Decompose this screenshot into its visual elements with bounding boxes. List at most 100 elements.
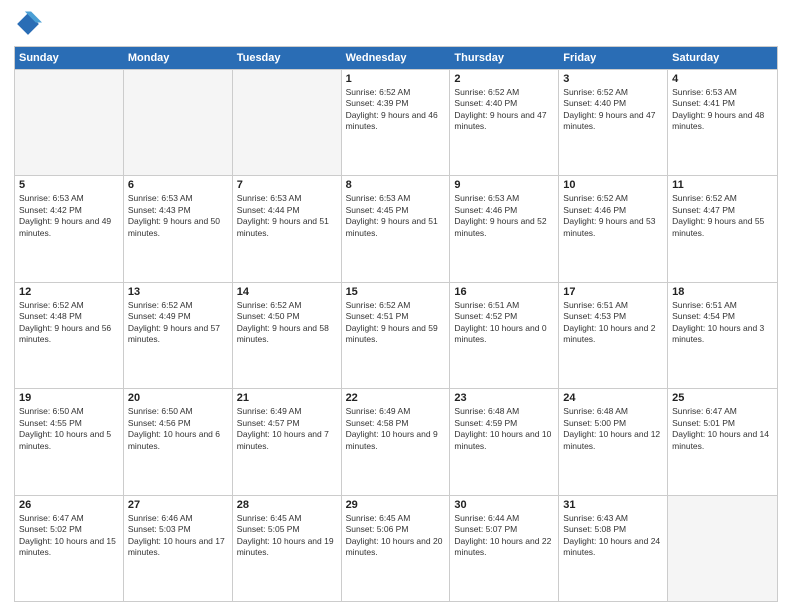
cell-sun-info: Sunrise: 6:46 AMSunset: 5:03 PMDaylight:…: [128, 513, 228, 559]
header-cell-saturday: Saturday: [668, 47, 777, 69]
calendar-cell: 13Sunrise: 6:52 AMSunset: 4:49 PMDayligh…: [124, 283, 233, 388]
cell-sun-info: Sunrise: 6:45 AMSunset: 5:06 PMDaylight:…: [346, 513, 446, 559]
day-number: 27: [128, 499, 228, 511]
calendar-cell: 10 Sunrise: 6:52 AMSunset: 4:46 PMDayligh…: [559, 176, 668, 281]
cell-sun-info: Sunrise: 6:50 AMSunset: 4:55 PMDaylight:…: [19, 406, 119, 452]
day-number: 15: [346, 286, 446, 298]
calendar-cell: 16 Sunrise: 6:51 AMSunset: 4:52 PMDayligh…: [450, 283, 559, 388]
cell-sun-info: Sunrise: 6:51 AMSunset: 4:52 PMDaylight:…: [454, 300, 554, 346]
cell-sun-info: Sunrise: 6:53 AMSunset: 4:41 PMDaylight:…: [672, 87, 773, 133]
calendar-cell: 15 Sunrise: 6:52 AMSunset: 4:51 PMDayligh…: [342, 283, 451, 388]
day-number: 1: [346, 73, 446, 85]
day-number: 11: [672, 179, 773, 191]
calendar-cell: 22Sunrise: 6:49 AMSunset: 4:58 PMDayligh…: [342, 389, 451, 494]
calendar-cell: 3 Sunrise: 6:52 AMSunset: 4:40 PMDaylight…: [559, 70, 668, 175]
day-number: 3: [563, 73, 663, 85]
header-cell-thursday: Thursday: [450, 47, 559, 69]
header: [14, 10, 778, 38]
day-number: 24: [563, 392, 663, 404]
cell-sun-info: Sunrise: 6:52 AMSunset: 4:40 PMDaylight:…: [563, 87, 663, 133]
calendar-row: 5 Sunrise: 6:53 AMSunset: 4:42 PMDaylight…: [15, 175, 777, 281]
calendar-row: 1 Sunrise: 6:52 AMSunset: 4:39 PMDaylight…: [15, 69, 777, 175]
calendar-cell: 4 Sunrise: 6:53 AMSunset: 4:41 PMDaylight…: [668, 70, 777, 175]
header-cell-tuesday: Tuesday: [233, 47, 342, 69]
calendar-cell: 20 Sunrise: 6:50 AMSunset: 4:56 PMDayligh…: [124, 389, 233, 494]
calendar-cell: 1 Sunrise: 6:52 AMSunset: 4:39 PMDaylight…: [342, 70, 451, 175]
calendar-row: 19 Sunrise: 6:50 AMSunset: 4:55 PMDayligh…: [15, 388, 777, 494]
page: SundayMondayTuesdayWednesdayThursdayFrid…: [0, 0, 792, 612]
day-number: 30: [454, 499, 554, 511]
day-number: 20: [128, 392, 228, 404]
calendar-cell: 9 Sunrise: 6:53 AMSunset: 4:46 PMDaylight…: [450, 176, 559, 281]
day-number: 19: [19, 392, 119, 404]
calendar-body: 1 Sunrise: 6:52 AMSunset: 4:39 PMDaylight…: [15, 69, 777, 601]
cell-sun-info: Sunrise: 6:53 AMSunset: 4:46 PMDaylight:…: [454, 193, 554, 239]
calendar-cell: 30 Sunrise: 6:44 AMSunset: 5:07 PMDayligh…: [450, 496, 559, 601]
cell-sun-info: Sunrise: 6:53 AMSunset: 4:43 PMDaylight:…: [128, 193, 228, 239]
calendar: SundayMondayTuesdayWednesdayThursdayFrid…: [14, 46, 778, 602]
header-cell-monday: Monday: [124, 47, 233, 69]
cell-sun-info: Sunrise: 6:50 AMSunset: 4:56 PMDaylight:…: [128, 406, 228, 452]
cell-sun-info: Sunrise: 6:52 AMSunset: 4:47 PMDaylight:…: [672, 193, 773, 239]
calendar-cell: 24Sunrise: 6:48 AMSunset: 5:00 PMDayligh…: [559, 389, 668, 494]
day-number: 5: [19, 179, 119, 191]
calendar-cell: 14Sunrise: 6:52 AMSunset: 4:50 PMDayligh…: [233, 283, 342, 388]
cell-sun-info: Sunrise: 6:53 AMSunset: 4:44 PMDaylight:…: [237, 193, 337, 239]
day-number: 22: [346, 392, 446, 404]
calendar-cell: 28 Sunrise: 6:45 AMSunset: 5:05 PMDayligh…: [233, 496, 342, 601]
cell-sun-info: Sunrise: 6:52 AMSunset: 4:51 PMDaylight:…: [346, 300, 446, 346]
cell-sun-info: Sunrise: 6:52 AMSunset: 4:39 PMDaylight:…: [346, 87, 446, 133]
cell-sun-info: Sunrise: 6:52 AMSunset: 4:50 PMDaylight:…: [237, 300, 337, 346]
calendar-cell: 6 Sunrise: 6:53 AMSunset: 4:43 PMDaylight…: [124, 176, 233, 281]
cell-sun-info: Sunrise: 6:49 AMSunset: 4:57 PMDaylight:…: [237, 406, 337, 452]
day-number: 16: [454, 286, 554, 298]
day-number: 18: [672, 286, 773, 298]
day-number: 10: [563, 179, 663, 191]
day-number: 7: [237, 179, 337, 191]
day-number: 2: [454, 73, 554, 85]
header-cell-sunday: Sunday: [15, 47, 124, 69]
calendar-cell: 23 Sunrise: 6:48 AMSunset: 4:59 PMDayligh…: [450, 389, 559, 494]
calendar-cell: [124, 70, 233, 175]
day-number: 23: [454, 392, 554, 404]
cell-sun-info: Sunrise: 6:53 AMSunset: 4:42 PMDaylight:…: [19, 193, 119, 239]
header-cell-wednesday: Wednesday: [342, 47, 451, 69]
cell-sun-info: Sunrise: 6:48 AMSunset: 4:59 PMDaylight:…: [454, 406, 554, 452]
day-number: 31: [563, 499, 663, 511]
day-number: 9: [454, 179, 554, 191]
cell-sun-info: Sunrise: 6:47 AMSunset: 5:01 PMDaylight:…: [672, 406, 773, 452]
calendar-cell: 31 Sunrise: 6:43 AMSunset: 5:08 PMDayligh…: [559, 496, 668, 601]
calendar-cell: [668, 496, 777, 601]
day-number: 21: [237, 392, 337, 404]
day-number: 8: [346, 179, 446, 191]
cell-sun-info: Sunrise: 6:52 AMSunset: 4:48 PMDaylight:…: [19, 300, 119, 346]
cell-sun-info: Sunrise: 6:45 AMSunset: 5:05 PMDaylight:…: [237, 513, 337, 559]
cell-sun-info: Sunrise: 6:53 AMSunset: 4:45 PMDaylight:…: [346, 193, 446, 239]
day-number: 29: [346, 499, 446, 511]
calendar-row: 26Sunrise: 6:47 AMSunset: 5:02 PMDayligh…: [15, 495, 777, 601]
calendar-cell: 25 Sunrise: 6:47 AMSunset: 5:01 PMDayligh…: [668, 389, 777, 494]
calendar-cell: 21 Sunrise: 6:49 AMSunset: 4:57 PMDayligh…: [233, 389, 342, 494]
calendar-cell: 19 Sunrise: 6:50 AMSunset: 4:55 PMDayligh…: [15, 389, 124, 494]
calendar-cell: [233, 70, 342, 175]
calendar-cell: 27 Sunrise: 6:46 AMSunset: 5:03 PMDayligh…: [124, 496, 233, 601]
day-number: 28: [237, 499, 337, 511]
cell-sun-info: Sunrise: 6:52 AMSunset: 4:46 PMDaylight:…: [563, 193, 663, 239]
cell-sun-info: Sunrise: 6:44 AMSunset: 5:07 PMDaylight:…: [454, 513, 554, 559]
calendar-cell: [15, 70, 124, 175]
day-number: 25: [672, 392, 773, 404]
cell-sun-info: Sunrise: 6:43 AMSunset: 5:08 PMDaylight:…: [563, 513, 663, 559]
calendar-cell: 11 Sunrise: 6:52 AMSunset: 4:47 PMDayligh…: [668, 176, 777, 281]
calendar-cell: 29 Sunrise: 6:45 AMSunset: 5:06 PMDayligh…: [342, 496, 451, 601]
calendar-cell: 17Sunrise: 6:51 AMSunset: 4:53 PMDayligh…: [559, 283, 668, 388]
logo-icon: [14, 10, 42, 38]
calendar-cell: 18Sunrise: 6:51 AMSunset: 4:54 PMDayligh…: [668, 283, 777, 388]
header-cell-friday: Friday: [559, 47, 668, 69]
day-number: 6: [128, 179, 228, 191]
cell-sun-info: Sunrise: 6:51 AMSunset: 4:53 PMDaylight:…: [563, 300, 663, 346]
calendar-row: 12Sunrise: 6:52 AMSunset: 4:48 PMDayligh…: [15, 282, 777, 388]
calendar-cell: 2Sunrise: 6:52 AMSunset: 4:40 PMDaylight…: [450, 70, 559, 175]
day-number: 4: [672, 73, 773, 85]
calendar-header: SundayMondayTuesdayWednesdayThursdayFrid…: [15, 47, 777, 69]
calendar-cell: 12Sunrise: 6:52 AMSunset: 4:48 PMDayligh…: [15, 283, 124, 388]
